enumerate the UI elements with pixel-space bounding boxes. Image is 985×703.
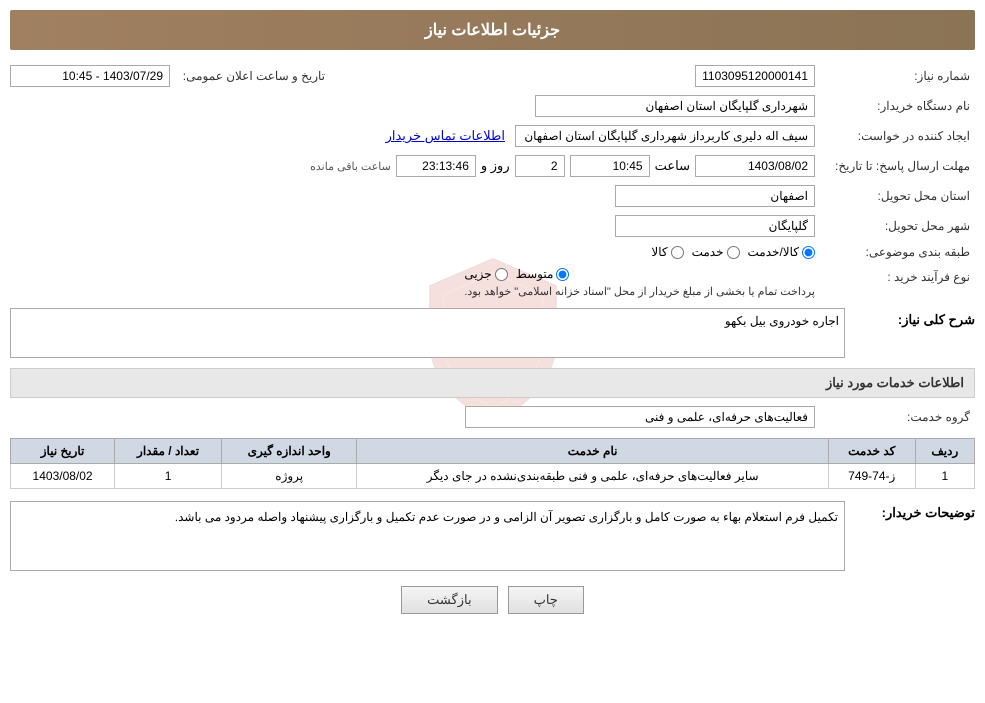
province-input	[615, 185, 815, 207]
radio-kala[interactable]	[671, 246, 684, 259]
print-button[interactable]: چاپ	[508, 586, 584, 614]
contact-link[interactable]: اطلاعات تماس خریدار	[386, 128, 505, 144]
deadline-time-input	[570, 155, 650, 177]
need-number-input	[695, 65, 815, 87]
deadline-date-input	[695, 155, 815, 177]
services-table: ردیف کد خدمت نام خدمت واحد اندازه گیری ت…	[10, 438, 975, 489]
announce-datetime-input	[10, 65, 170, 87]
radio-kala-khadamat-label: کالا/خدمت	[748, 245, 799, 259]
radio-jazee-label: جزیی	[464, 267, 491, 281]
buyer-comments-label: توضیحات خریدار:	[855, 501, 975, 521]
city-label: شهر محل تحویل:	[815, 219, 975, 233]
cell-name: سایر فعالیت‌های حرفه‌ای، علمی و فنی طبقه…	[357, 464, 828, 489]
col-unit: واحد اندازه گیری	[221, 439, 356, 464]
process-note: پرداخت تمام یا بخشی از مبلغ خریدار از مح…	[464, 285, 815, 298]
col-date: تاریخ نیاز	[11, 439, 115, 464]
deadline-time-label: ساعت	[655, 158, 690, 174]
radio-jazee[interactable]	[495, 268, 508, 281]
cell-row: 1	[915, 464, 974, 489]
col-row: ردیف	[915, 439, 974, 464]
remaining-days-input	[515, 155, 565, 177]
need-desc-box: اجاره خودروی بیل بکهو	[10, 308, 845, 358]
radio-kala-khadamat[interactable]	[802, 246, 815, 259]
radio-kala-label: کالا	[651, 245, 667, 259]
deadline-label: مهلت ارسال پاسخ: تا تاریخ:	[815, 159, 975, 173]
need-number-label: شماره نیاز:	[815, 69, 975, 83]
province-label: استان محل تحویل:	[815, 189, 975, 203]
col-code: کد خدمت	[828, 439, 915, 464]
cell-qty: 1	[115, 464, 222, 489]
service-group-input	[465, 406, 815, 428]
process-label: نوع فرآیند خرید :	[815, 267, 975, 284]
services-section-title: اطلاعات خدمات مورد نیاز	[10, 368, 975, 398]
radio-khadamat-label: خدمت	[692, 245, 724, 259]
radio-motavasset[interactable]	[556, 268, 569, 281]
radio-motavasset-label: متوسط	[516, 267, 554, 281]
buyer-comments-box: تکمیل فرم استعلام بهاء به صورت کامل و با…	[10, 501, 845, 571]
cell-unit: پروژه	[221, 464, 356, 489]
announce-datetime-label: تاریخ و ساعت اعلان عمومی:	[170, 69, 330, 83]
service-group-label: گروه خدمت:	[815, 410, 975, 424]
table-row: 1 ز-74-749 سایر فعالیت‌های حرفه‌ای، علمی…	[11, 464, 975, 489]
creator-label: ایجاد کننده در خواست:	[815, 129, 975, 143]
col-name: نام خدمت	[357, 439, 828, 464]
remaining-suffix: ساعت باقی مانده	[310, 160, 391, 173]
cell-code: ز-74-749	[828, 464, 915, 489]
remaining-time-input	[396, 155, 476, 177]
need-desc-section-label: شرح کلی نیاز:	[855, 308, 975, 328]
back-button[interactable]: بازگشت	[401, 586, 497, 614]
buyer-org-label: نام دستگاه خریدار:	[815, 99, 975, 113]
buyer-org-input	[535, 95, 815, 117]
cell-date: 1403/08/02	[11, 464, 115, 489]
radio-khadamat[interactable]	[727, 246, 740, 259]
remaining-days-label: روز و	[481, 158, 510, 174]
category-label: طبقه بندی موضوعی:	[815, 245, 975, 259]
col-qty: تعداد / مقدار	[115, 439, 222, 464]
city-input	[615, 215, 815, 237]
page-title: جزئیات اطلاعات نیاز	[10, 10, 975, 50]
creator-input	[515, 125, 815, 147]
